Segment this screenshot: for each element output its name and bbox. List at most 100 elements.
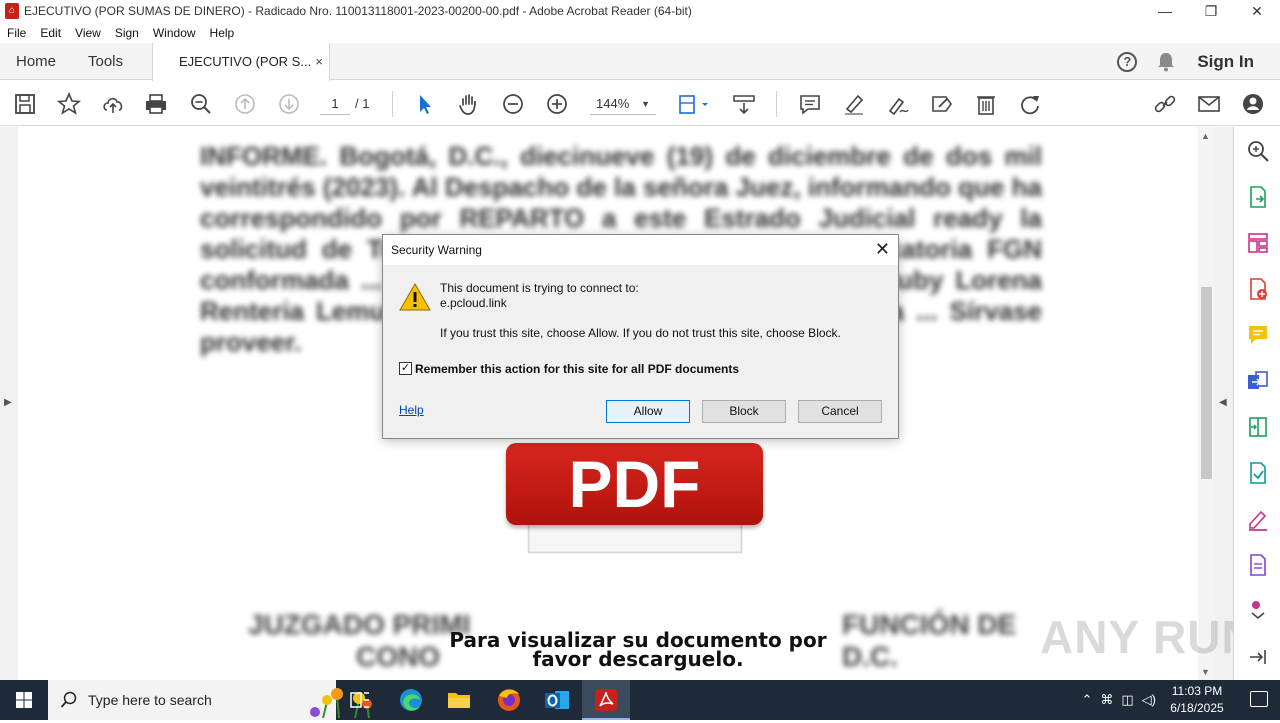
dialog-title: Security Warning [383,235,898,265]
print-icon[interactable] [143,91,169,117]
taskbar: Type here to search ⌃ ⌘ ◫ ◁) 11:03 PM 6/… [0,680,1280,720]
zoom-level-value: 144% [596,96,630,111]
zoom-out-search-icon[interactable] [188,91,214,117]
firefox-icon[interactable] [485,680,533,720]
draw-signature-icon[interactable] [885,91,911,117]
notifications-icon[interactable] [1250,691,1268,707]
outlook-icon[interactable] [533,680,581,720]
right-panel-toggle-icon[interactable]: ◀ [1219,397,1227,408]
volume-icon[interactable]: ◁) [1142,692,1156,708]
edit-pdf-icon[interactable] [1246,553,1270,577]
delete-trash-icon[interactable] [973,91,999,117]
tab-home[interactable]: Home [16,43,56,80]
zoom-out-icon[interactable] [500,91,526,117]
scroll-up-icon[interactable]: ▲ [1201,131,1210,141]
scan-ocr-icon[interactable] [1246,461,1270,485]
block-button[interactable]: Block [702,400,786,423]
system-tray: ⌃ ⌘ ◫ ◁) [1081,692,1156,708]
bookmark-star-icon[interactable] [56,91,82,117]
previous-page-icon[interactable] [232,91,258,117]
cancel-button[interactable]: Cancel [798,400,882,423]
remember-checkbox-label[interactable]: Remember this action for this site for a… [415,362,739,376]
blurred-heading-right-2: D.C. [842,641,898,672]
save-icon[interactable] [12,91,38,117]
taskbar-clock[interactable]: 11:03 PM 6/18/2025 [1162,683,1232,717]
menu-edit[interactable]: Edit [33,26,68,40]
comment-panel-icon[interactable] [1246,323,1270,347]
download-message-line2: favor descarguelo. [532,647,744,671]
download-message: Para visualizar su documento por favor d… [448,630,828,671]
network-icon[interactable]: ⌘ [1100,692,1113,708]
close-window-button[interactable]: ✕ [1234,0,1280,22]
tab-document[interactable]: EJECUTIVO (POR S... × [152,43,330,81]
more-tools-icon[interactable] [1246,597,1270,621]
menu-bar: File Edit View Sign Window Help [0,22,1280,43]
show-hidden-icons-icon[interactable]: ⌃ [1081,692,1092,708]
toolbar-divider [776,91,777,117]
search-icon [60,691,77,708]
edit-tag-icon[interactable] [929,91,955,117]
allow-button[interactable]: Allow [606,400,690,423]
left-panel-toggle-icon[interactable]: ▶ [4,397,12,408]
scroll-mode-icon[interactable] [731,91,757,117]
share-link-icon[interactable] [1152,91,1178,117]
blurred-heading-right-1: FUNCIÓN DE [842,609,1017,640]
remember-checkbox[interactable]: ✓ [399,362,412,375]
task-view-icon[interactable] [336,680,384,720]
scroll-down-icon[interactable]: ▼ [1201,667,1210,677]
create-pdf-icon[interactable] [1246,277,1270,301]
menu-sign[interactable]: Sign [108,26,146,40]
menu-window[interactable]: Window [146,26,203,40]
edge-browser-icon[interactable] [387,680,435,720]
menu-file[interactable]: File [0,26,33,40]
email-icon[interactable] [1196,91,1222,117]
acrobat-taskbar-icon[interactable] [582,680,630,720]
search-zoom-icon[interactable] [1246,139,1270,163]
comment-icon[interactable] [797,91,823,117]
wifi-icon[interactable]: ◫ [1121,692,1133,708]
clock-time: 11:03 PM [1171,684,1223,698]
rotate-icon[interactable] [1017,91,1043,117]
menu-help[interactable]: Help [203,26,242,40]
export-pdf-icon[interactable] [1246,185,1270,209]
page-fit-icon[interactable] [676,91,712,117]
organize-pages-icon[interactable] [1246,231,1270,255]
page-number-input[interactable]: 1 [320,93,350,115]
start-button[interactable] [0,680,48,720]
hand-tool-icon[interactable] [456,91,482,117]
sign-in-button[interactable]: Sign In [1197,52,1254,72]
close-tab-icon[interactable]: × [315,43,323,80]
collapse-panel-icon[interactable] [1246,645,1270,669]
highlight-pen-icon[interactable] [841,91,867,117]
compress-pages-icon[interactable] [1246,415,1270,439]
file-explorer-icon[interactable] [435,680,483,720]
clock-date: 6/18/2025 [1170,701,1224,715]
dialog-close-icon[interactable]: ✕ [875,239,890,260]
window-title: EJECUTIVO (POR SUMAS DE DINERO) - Radica… [24,4,692,18]
select-cursor-icon[interactable] [412,91,438,117]
tab-tools[interactable]: Tools [88,43,123,80]
security-warning-dialog: Security Warning ✕ This document is tryi… [382,234,899,439]
page-total: / 1 [355,96,370,111]
minimize-button[interactable]: — [1142,0,1188,22]
add-user-icon[interactable] [1240,91,1266,117]
tab-bar: Home Tools EJECUTIVO (POR S... × ? Sign … [0,43,1280,81]
combine-files-icon[interactable] [1246,369,1270,393]
help-icon[interactable]: ? [1117,51,1138,72]
zoom-in-icon[interactable] [544,91,570,117]
vertical-scrollbar[interactable]: ▲ ▼ [1198,127,1215,680]
right-tools-panel [1233,127,1280,680]
zoom-level-select[interactable]: 144% ▼ [590,93,656,115]
pdf-logo[interactable]: PDF [506,443,763,525]
upload-cloud-icon[interactable] [100,91,126,117]
toolbar: 1 / 1 144% ▼ [0,81,1280,126]
menu-view[interactable]: View [68,26,108,40]
fill-sign-icon[interactable] [1246,507,1270,531]
help-link[interactable]: Help [399,403,424,417]
next-page-icon[interactable] [276,91,302,117]
watermark: ANY RUN [1040,611,1256,663]
notifications-bell-icon[interactable] [1157,52,1175,72]
taskbar-search-box[interactable]: Type here to search [48,680,372,720]
scrollbar-thumb[interactable] [1201,287,1212,479]
restore-button[interactable]: ❐ [1188,0,1234,22]
